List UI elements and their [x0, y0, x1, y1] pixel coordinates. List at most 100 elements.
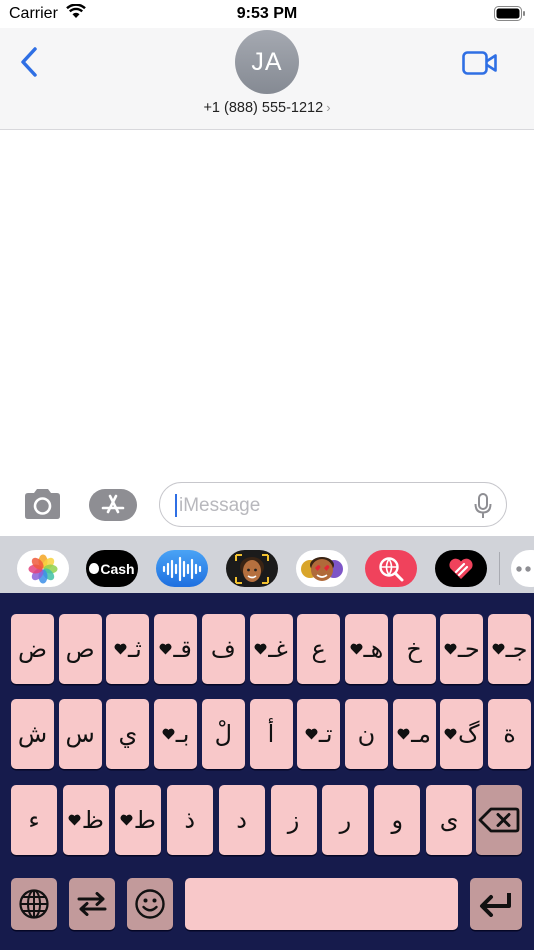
- letter-key[interactable]: ء: [11, 785, 57, 855]
- delete-key[interactable]: [476, 785, 522, 855]
- contact-avatar[interactable]: JA: [235, 30, 299, 94]
- letter-key[interactable]: ثـ: [106, 614, 150, 684]
- memoji-button[interactable]: [226, 550, 278, 587]
- letter-key[interactable]: غـ: [249, 614, 293, 684]
- letter-key[interactable]: هـ: [344, 614, 388, 684]
- letter-key[interactable]: أ: [249, 699, 293, 769]
- apple-cash-button[interactable]: Cash: [86, 550, 138, 587]
- battery-icon: [494, 6, 526, 26]
- globe-search-icon: [379, 556, 404, 581]
- key-glyph: ط: [133, 806, 156, 834]
- letter-key[interactable]: خ: [392, 614, 436, 684]
- key-glyph: ش: [17, 720, 48, 748]
- phone-number: +1 (888) 555-1212: [203, 100, 324, 116]
- clock: 9:53 PM: [236, 5, 298, 22]
- heart-icon: [350, 643, 363, 655]
- key-glyph: ع: [311, 635, 326, 663]
- more-apps-button[interactable]: [511, 550, 534, 587]
- letter-key[interactable]: ف: [201, 614, 245, 684]
- message-input-bar: iMessage: [0, 470, 534, 536]
- letter-key[interactable]: ز: [270, 785, 317, 855]
- waveform-icon: [162, 556, 202, 581]
- apple-cash-label: Cash: [100, 560, 135, 577]
- letter-key[interactable]: گ: [440, 699, 484, 769]
- letter-key[interactable]: ة: [488, 699, 531, 769]
- digital-touch-heart-icon: [449, 558, 473, 579]
- key-glyph: جـ: [505, 635, 528, 663]
- key-glyph: ز: [287, 806, 300, 834]
- apple-logo-icon: [89, 563, 100, 574]
- key-glyph: قـ: [173, 635, 192, 663]
- animoji-stickers-button[interactable]: [296, 550, 348, 587]
- return-key[interactable]: [470, 878, 522, 930]
- globe-key[interactable]: [11, 878, 57, 930]
- heart-icon: [68, 814, 81, 826]
- more-dots-icon: [516, 565, 531, 572]
- letter-key[interactable]: ط: [114, 785, 161, 855]
- letter-key[interactable]: ذ: [166, 785, 213, 855]
- letter-key[interactable]: د: [218, 785, 265, 855]
- letter-key[interactable]: ش: [11, 699, 54, 769]
- letter-key[interactable]: ع: [297, 614, 341, 684]
- switch-layout-key[interactable]: [69, 878, 115, 930]
- app-store-icon[interactable]: [89, 489, 137, 521]
- app-drawer-divider: [499, 552, 500, 585]
- back-chevron-icon[interactable]: [18, 46, 40, 83]
- key-glyph: ثـ: [128, 635, 142, 663]
- memoji-face-icon: [235, 553, 269, 584]
- globe-icon: [19, 889, 49, 919]
- return-arrow-icon: [480, 893, 511, 917]
- letter-key[interactable]: ى: [426, 785, 473, 855]
- facetime-video-icon[interactable]: [462, 50, 498, 81]
- letter-key[interactable]: ر: [322, 785, 369, 855]
- camera-icon[interactable]: [22, 488, 63, 525]
- letter-key[interactable]: س: [58, 699, 102, 769]
- heart-icon: [254, 643, 267, 655]
- key-glyph: ر: [339, 806, 352, 834]
- digital-touch-button[interactable]: [435, 550, 487, 587]
- letter-key[interactable]: ي: [106, 699, 150, 769]
- letter-key[interactable]: ظ: [62, 785, 109, 855]
- key-glyph: هـ: [363, 635, 384, 663]
- letter-key[interactable]: بـ: [154, 699, 198, 769]
- photos-app-button[interactable]: [17, 550, 69, 587]
- contact-phone[interactable]: +1 (888) 555-1212 ›: [0, 100, 534, 116]
- imessage-placeholder: iMessage: [179, 495, 261, 516]
- letter-key[interactable]: ص: [58, 614, 102, 684]
- key-glyph: د: [236, 806, 247, 834]
- letter-key[interactable]: قـ: [154, 614, 198, 684]
- letter-key[interactable]: مـ: [392, 699, 436, 769]
- space-bar[interactable]: [185, 878, 458, 930]
- heart-icon: [305, 728, 318, 740]
- letter-key[interactable]: ض: [11, 614, 54, 684]
- heart-icon: [162, 728, 175, 740]
- animoji-stickers-icon: [301, 556, 343, 581]
- letter-key[interactable]: جـ: [488, 614, 531, 684]
- key-glyph: بـ: [175, 720, 190, 748]
- letter-key[interactable]: لْ: [201, 699, 245, 769]
- heart-icon: [397, 728, 410, 740]
- text-caret: [175, 494, 177, 517]
- audio-message-button[interactable]: [156, 550, 208, 587]
- letter-key[interactable]: تـ: [297, 699, 341, 769]
- key-glyph: ف: [210, 635, 236, 663]
- emoji-key[interactable]: [127, 878, 173, 930]
- letter-key[interactable]: ن: [344, 699, 388, 769]
- smiley-icon: [135, 889, 165, 919]
- heart-icon: [444, 643, 457, 655]
- key-glyph: ذ: [184, 806, 196, 834]
- imessage-input[interactable]: iMessage: [159, 482, 507, 527]
- key-glyph: ة: [503, 720, 516, 748]
- status-bar: Carrier 9:53 PM: [0, 0, 534, 28]
- letter-key[interactable]: حـ: [440, 614, 484, 684]
- letter-key[interactable]: و: [374, 785, 421, 855]
- image-search-button[interactable]: [365, 550, 417, 587]
- key-glyph: غـ: [268, 635, 288, 663]
- key-glyph: حـ: [457, 635, 480, 663]
- conversation-header: JA +1 (888) 555-1212 ›: [0, 28, 534, 130]
- heart-icon: [444, 728, 457, 740]
- microphone-icon[interactable]: [474, 493, 492, 524]
- key-glyph: لْ: [214, 720, 233, 748]
- heart-icon: [120, 814, 133, 826]
- key-glyph: ض: [17, 635, 47, 663]
